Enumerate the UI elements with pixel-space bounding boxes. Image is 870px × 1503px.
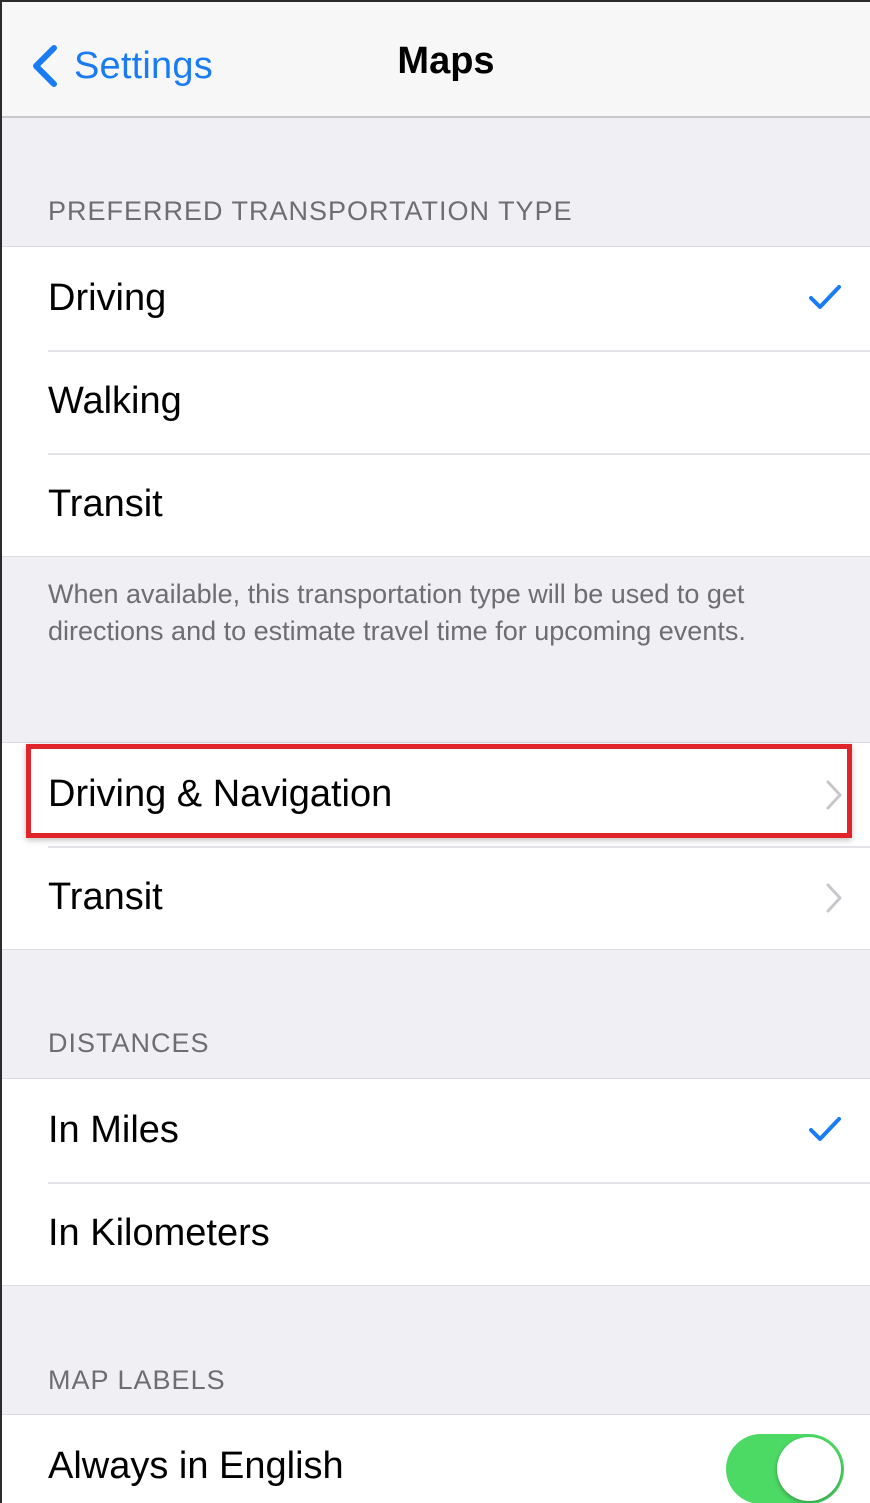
- driving-navigation-link[interactable]: Driving & Navigation: [2, 743, 870, 846]
- option-label: Walking: [48, 380, 182, 422]
- distances-group: In Miles In Kilometers: [2, 1078, 870, 1286]
- transit-link[interactable]: Transit: [2, 846, 870, 949]
- toggle-knob: [777, 1437, 841, 1501]
- page-title: Maps: [397, 40, 495, 82]
- transport-option-walking[interactable]: Walking: [2, 350, 870, 453]
- link-label: Driving & Navigation: [48, 773, 393, 815]
- option-label: In Miles: [48, 1109, 179, 1151]
- navigation-links-group: Driving & Navigation Transit: [2, 742, 870, 950]
- distance-option-miles[interactable]: In Miles: [2, 1079, 870, 1182]
- checkmark-icon: [809, 1117, 841, 1141]
- map-labels-group: Always in English: [2, 1414, 870, 1503]
- option-label: Always in English: [48, 1445, 344, 1487]
- option-label: Driving: [48, 277, 167, 319]
- section-header-map-labels: MAP LABELS: [48, 1365, 226, 1395]
- option-label: In Kilometers: [48, 1212, 270, 1254]
- chevron-right-icon: [826, 780, 842, 810]
- always-in-english-toggle[interactable]: [726, 1434, 844, 1503]
- distance-option-kilometers[interactable]: In Kilometers: [2, 1182, 870, 1285]
- transport-option-transit[interactable]: Transit: [2, 453, 870, 556]
- section-header-transportation: PREFERRED TRANSPORTATION TYPE: [48, 196, 573, 226]
- section-header-distances: DISTANCES: [48, 1028, 210, 1058]
- link-label: Transit: [48, 876, 163, 918]
- transportation-footer-note: When available, this transportation type…: [48, 579, 746, 646]
- maps-settings-screen: Settings Maps PREFERRED TRANSPORTATION T…: [0, 0, 870, 1503]
- checkmark-icon: [809, 285, 841, 309]
- option-label: Transit: [48, 483, 163, 525]
- chevron-right-icon: [826, 883, 842, 913]
- always-in-english-row: Always in English: [2, 1415, 870, 1503]
- transportation-type-group: Driving Walking Transit: [2, 246, 870, 557]
- navigation-bar: Settings Maps: [2, 2, 870, 118]
- transport-option-driving[interactable]: Driving: [2, 247, 870, 350]
